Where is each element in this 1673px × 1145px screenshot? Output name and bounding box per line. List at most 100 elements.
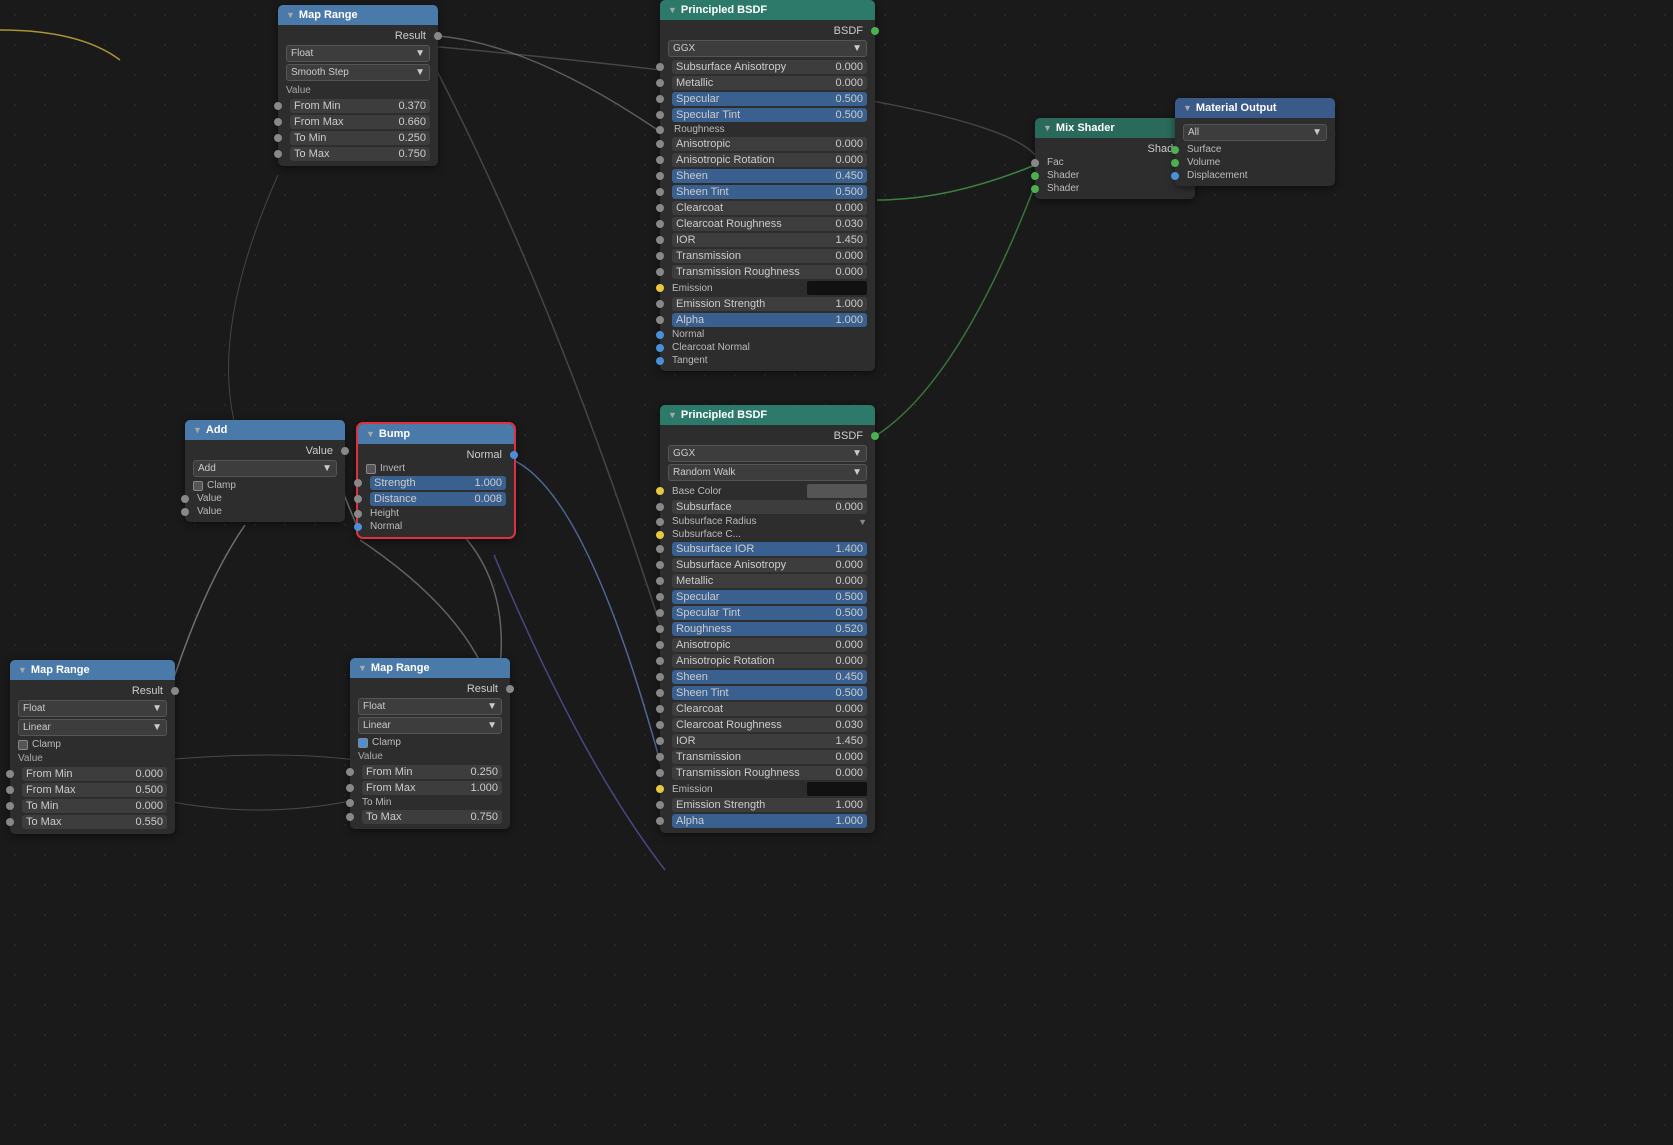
from-max-field[interactable]: From Max 0.660: [290, 115, 430, 129]
mat-out-collapse[interactable]: ▼: [1183, 103, 1192, 113]
add-operation-dropdown[interactable]: Add ▼: [193, 460, 337, 477]
sheen-tint-field-2[interactable]: Sheen Tint 0.500: [672, 686, 867, 700]
transmission-field-1[interactable]: Transmission 0.000: [672, 249, 867, 263]
bump-collapse[interactable]: ▼: [366, 429, 375, 439]
mr3-float-dropdown[interactable]: Float ▼: [358, 698, 502, 715]
to-min-socket: [274, 134, 282, 142]
clearcoat-rough-field-2[interactable]: Clearcoat Roughness 0.030: [672, 718, 867, 732]
distance-field[interactable]: Distance 0.008: [370, 492, 506, 506]
mr3-clamp-box[interactable]: [358, 738, 368, 748]
alpha-socket-1: [656, 316, 664, 324]
specular-tint-row-1: Specular Tint 0.500: [660, 107, 875, 123]
anisotropic-rot-field-2[interactable]: Anisotropic Rotation 0.000: [672, 654, 867, 668]
add-header[interactable]: ▼ Add: [185, 420, 345, 440]
from-min-field[interactable]: From Min 0.370: [290, 99, 430, 113]
invert-box[interactable]: [366, 464, 376, 474]
ior-field-1[interactable]: IOR 1.450: [672, 233, 867, 247]
emission-strength-field-2[interactable]: Emission Strength 1.000: [672, 798, 867, 812]
bsdf-1-header[interactable]: ▼ Principled BSDF: [660, 0, 875, 20]
specular-tint-field-2[interactable]: Specular Tint 0.500: [672, 606, 867, 620]
mr2-from-min-field[interactable]: From Min 0.000: [22, 767, 167, 781]
mr2-float-dropdown[interactable]: Float ▼: [18, 700, 167, 717]
mr3-from-max-field[interactable]: From Max 1.000: [362, 781, 502, 795]
base-color-swatch-2[interactable]: [807, 484, 867, 498]
mr2-from-max-field[interactable]: From Max 0.500: [22, 783, 167, 797]
invert-checkbox[interactable]: Invert: [358, 462, 514, 475]
displacement-label: Displacement: [1187, 170, 1248, 181]
sheen-tint-field-1[interactable]: Sheen Tint 0.500: [672, 185, 867, 199]
map-range-3-header[interactable]: ▼ Map Range: [350, 658, 510, 678]
ggx-dropdown[interactable]: GGX ▼: [668, 40, 867, 57]
anisotropic-rot-field-1[interactable]: Anisotropic Rotation 0.000: [672, 153, 867, 167]
mr3-to-max-field[interactable]: To Max 0.750: [362, 810, 502, 824]
subsurface-field-2[interactable]: Subsurface 0.000: [672, 500, 867, 514]
alpha-socket-2: [656, 817, 664, 825]
random-walk-dropdown[interactable]: Random Walk ▼: [668, 464, 867, 481]
specular-tint-socket-2: [656, 609, 664, 617]
map-range-2-header[interactable]: ▼ Map Range: [10, 660, 175, 680]
bsdf-2-header[interactable]: ▼ Principled BSDF: [660, 405, 875, 425]
sheen-field-1[interactable]: Sheen 0.450: [672, 169, 867, 183]
mr2-collapse[interactable]: ▼: [18, 665, 27, 675]
emission-row-1: Emission: [660, 280, 875, 296]
ior-value-2: 1.450: [835, 735, 863, 747]
to-min-label: To Min: [294, 132, 326, 144]
to-max-label: To Max: [294, 148, 329, 160]
material-output-header[interactable]: ▼ Material Output: [1175, 98, 1335, 118]
specular-tint-field-1[interactable]: Specular Tint 0.500: [672, 108, 867, 122]
subsurface-aniso-field[interactable]: Subsurface Anisotropy 0.000: [672, 60, 867, 74]
collapse-arrow[interactable]: ▼: [286, 10, 295, 20]
mr3-clamp-checkbox[interactable]: Clamp: [350, 736, 510, 749]
subsurface-aniso-field-2[interactable]: Subsurface Anisotropy 0.000: [672, 558, 867, 572]
strength-field[interactable]: Strength 1.000: [370, 476, 506, 490]
all-dropdown[interactable]: All ▼: [1183, 124, 1327, 141]
to-min-field[interactable]: To Min 0.250: [290, 131, 430, 145]
add-clamp-checkbox[interactable]: Clamp: [185, 479, 345, 492]
clearcoat-rough-field-1[interactable]: Clearcoat Roughness 0.030: [672, 217, 867, 231]
clearcoat-field-1[interactable]: Clearcoat 0.000: [672, 201, 867, 215]
map-range-1-header[interactable]: ▼ Map Range: [278, 5, 438, 25]
mr2-to-max-field[interactable]: To Max 0.550: [22, 815, 167, 829]
emission-color-2[interactable]: [807, 782, 867, 796]
mix-collapse[interactable]: ▼: [1043, 123, 1052, 133]
mr3-linear-dropdown[interactable]: Linear ▼: [358, 717, 502, 734]
distance-value: 0.008: [474, 493, 502, 505]
emission-socket-1: [656, 284, 664, 292]
anisotropic-field-1[interactable]: Anisotropic 0.000: [672, 137, 867, 151]
bsdf-1-collapse[interactable]: ▼: [668, 5, 677, 15]
roughness-field-2[interactable]: Roughness 0.520: [672, 622, 867, 636]
smoothstep-dropdown[interactable]: Smooth Step ▼: [286, 64, 430, 81]
mr2-to-min-field[interactable]: To Min 0.000: [22, 799, 167, 813]
clamp-checkbox-box[interactable]: [193, 481, 203, 491]
sheen-field-2[interactable]: Sheen 0.450: [672, 670, 867, 684]
alpha-field-1[interactable]: Alpha 1.000: [672, 313, 867, 327]
mr3-from-min-field[interactable]: From Min 0.250: [362, 765, 502, 779]
mr3-collapse[interactable]: ▼: [358, 663, 367, 673]
bump-header[interactable]: ▼ Bump: [358, 424, 514, 444]
emission-strength-field-1[interactable]: Emission Strength 1.000: [672, 297, 867, 311]
to-max-field[interactable]: To Max 0.750: [290, 147, 430, 161]
bsdf-2-collapse[interactable]: ▼: [668, 410, 677, 420]
specular-field-2[interactable]: Specular 0.500: [672, 590, 867, 604]
ior-field-2[interactable]: IOR 1.450: [672, 734, 867, 748]
anisotropic-field-2[interactable]: Anisotropic 0.000: [672, 638, 867, 652]
emission-color-1[interactable]: [807, 281, 867, 295]
metallic-field-1[interactable]: Metallic 0.000: [672, 76, 867, 90]
clearcoat-field-2[interactable]: Clearcoat 0.000: [672, 702, 867, 716]
trans-rough-field-1[interactable]: Transmission Roughness 0.000: [672, 265, 867, 279]
alpha-field-2[interactable]: Alpha 1.000: [672, 814, 867, 828]
trans-rough-field-2[interactable]: Transmission Roughness 0.000: [672, 766, 867, 780]
subsurface-ior-field-2[interactable]: Subsurface IOR 1.400: [672, 542, 867, 556]
add-collapse[interactable]: ▼: [193, 425, 202, 435]
specular-field-1[interactable]: Specular 0.500: [672, 92, 867, 106]
mr2-clamp-checkbox[interactable]: Clamp: [10, 738, 175, 751]
transmission-field-2[interactable]: Transmission 0.000: [672, 750, 867, 764]
ggx-dropdown-2[interactable]: GGX ▼: [668, 445, 867, 462]
float-dropdown[interactable]: Float ▼: [286, 45, 430, 62]
mr2-linear-dropdown[interactable]: Linear ▼: [18, 719, 167, 736]
mix-shader-header[interactable]: ▼ Mix Shader: [1035, 118, 1195, 138]
mr2-clamp-box[interactable]: [18, 740, 28, 750]
trans-rough-socket-2: [656, 769, 664, 777]
distance-row: Distance 0.008: [358, 491, 514, 507]
metallic-field-2[interactable]: Metallic 0.000: [672, 574, 867, 588]
